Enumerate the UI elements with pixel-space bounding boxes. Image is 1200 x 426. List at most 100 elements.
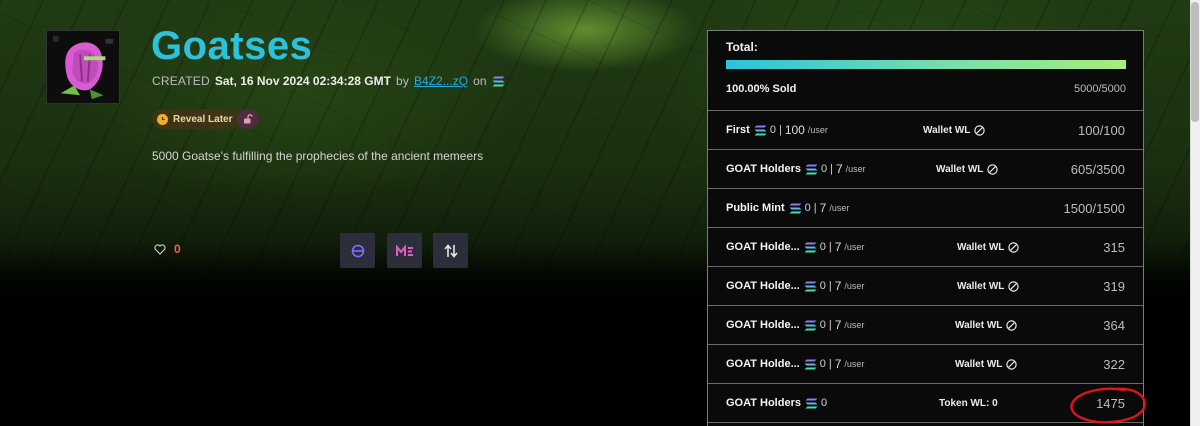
phase-name: Public Mint [726, 202, 785, 214]
phase-row[interactable]: GOAT Holders 0 Token WL: 0 1475 [708, 384, 1143, 423]
scrollbar-thumb[interactable] [1191, 2, 1199, 122]
phase-price: 0 | 7/user [804, 279, 864, 293]
phase-whitelist: Token WL: 0 [939, 398, 998, 409]
phase-per-user: /user [829, 203, 850, 213]
phase-name: GOAT Holde... [726, 241, 800, 253]
phase-price: 0 | 7/user [804, 240, 865, 254]
phase-name: GOAT Holders [726, 163, 801, 175]
phase-whitelist-label: Wallet WL [923, 124, 971, 136]
phase-mint-count: 315 [1103, 239, 1125, 255]
phase-whitelist: Wallet WL [955, 358, 1018, 370]
phase-price: 0 | 7/user [804, 357, 865, 371]
mint-progress-bar [726, 60, 1126, 69]
phase-whitelist-label: Wallet WL [955, 319, 1003, 331]
phase-row[interactable]: Public Mint 0 | 7/user 1500/1500 [708, 189, 1143, 228]
phase-limit: 7 [834, 240, 842, 254]
phase-limit: 7 [819, 201, 827, 215]
phase-row[interactable]: GOAT Holde... 0 | 7/user Wallet WL 322 [708, 345, 1143, 384]
phase-whitelist-label: Wallet WL [955, 358, 1003, 370]
solana-icon [492, 76, 505, 86]
tensor-icon [443, 243, 458, 258]
tensor-link[interactable] [433, 233, 468, 268]
phase-row[interactable]: First 0 | 100/user Wallet WL 100/100 [708, 111, 1143, 150]
sold-count: 5000/5000 [1074, 83, 1126, 95]
collection-title: Goatses [151, 24, 313, 68]
phase-per-user: /user [845, 164, 866, 174]
magiceden-swap-link[interactable] [340, 233, 375, 268]
creator-link[interactable]: B4Z2...zQ [414, 74, 468, 88]
phase-name: GOAT Holde... [726, 319, 800, 331]
phase-separator: | [830, 163, 833, 175]
magiceden-icon [395, 244, 413, 256]
phase-price-value: 0 [819, 319, 826, 331]
solana-icon [805, 398, 818, 408]
like-count: 0 [174, 242, 181, 256]
phase-whitelist: Wallet WL [955, 319, 1018, 331]
phase-mint-count: 1500/1500 [1063, 200, 1125, 216]
phase-price: 0 | 7/user [789, 201, 850, 215]
phase-price-value: 0 [769, 124, 776, 136]
phase-row[interactable]: GOAT Holde... 0 | 7/user Wallet WL 315 [708, 228, 1143, 267]
reveal-later-badge: Reveal Later [152, 109, 241, 129]
ban-icon [1008, 241, 1020, 253]
phase-separator: | [778, 124, 782, 136]
phase-price: 0 | 100/user [754, 123, 828, 137]
phase-separator: | [828, 241, 832, 253]
ban-icon [1006, 358, 1018, 370]
phase-per-user: /user [807, 125, 828, 135]
phase-per-user: /user [844, 320, 865, 330]
collection-avatar [46, 30, 120, 104]
ban-icon [1006, 319, 1018, 331]
phase-separator: | [813, 202, 817, 214]
phase-separator: | [828, 319, 832, 331]
phase-limit: 7 [834, 279, 842, 293]
phase-price-value: 0 [819, 280, 826, 292]
phase-whitelist-label: Wallet WL [936, 163, 984, 175]
phase-name: First [726, 124, 750, 136]
phase-whitelist-label: Token WL: 0 [939, 397, 998, 409]
phase-separator: | [828, 358, 832, 370]
phase-name: GOAT Holde... [726, 280, 800, 292]
heart-icon [154, 243, 166, 255]
phase-per-user: /user [844, 359, 865, 369]
phase-row[interactable]: GOAT Holders 0 | 7/user Wallet WL 605/3500 [708, 150, 1143, 189]
solana-icon [754, 125, 767, 135]
magiceden-swap-icon [351, 244, 364, 257]
phase-price-value: 0 [819, 241, 826, 253]
phase-whitelist-label: Wallet WL [957, 280, 1005, 292]
phase-price-value: 0 [804, 202, 811, 214]
phase-price: 0 | 7/user [805, 162, 866, 176]
solana-icon [804, 281, 817, 291]
phase-whitelist: Wallet WL [957, 280, 1020, 292]
page-scrollbar[interactable] [1190, 0, 1200, 426]
phase-price-value: 0 [820, 163, 828, 175]
phase-limit: 7 [834, 318, 842, 332]
solana-icon [805, 164, 818, 174]
total-section: Total: 100.00% Sold 5000/5000 [708, 31, 1143, 111]
phase-whitelist: Wallet WL [957, 241, 1020, 253]
phase-separator: | [828, 280, 832, 292]
mint-progress-fill [726, 60, 1126, 69]
sold-percent: 100.00% Sold [726, 83, 797, 95]
created-date: Sat, 16 Nov 2024 02:34:28 GMT [214, 74, 391, 88]
solana-icon [804, 320, 817, 330]
phase-whitelist: Wallet WL [936, 163, 999, 175]
phase-limit: 7 [835, 162, 843, 176]
phase-per-user: /user [844, 242, 865, 252]
collection-meta: CREATED Sat, 16 Nov 2024 02:34:28 GMT by… [152, 74, 505, 88]
total-label: Total: [726, 40, 758, 54]
phase-name: GOAT Holde... [726, 358, 800, 370]
by-label: by [395, 74, 410, 88]
solana-icon [804, 359, 817, 369]
collection-description: 5000 Goatse's fulfilling the prophecies … [152, 149, 484, 163]
like-button[interactable]: 0 [154, 242, 181, 256]
phase-row[interactable]: GOAT Holde... 0 | 7/user Wallet WL 364 [708, 306, 1143, 345]
phase-mint-count: 100/100 [1078, 122, 1125, 138]
on-label: on [473, 74, 487, 88]
phase-row[interactable]: GOAT Holde... 0 | 7/user Wallet WL 319 [708, 267, 1143, 306]
magiceden-link[interactable] [387, 233, 422, 268]
reveal-later-label: Reveal Later [173, 113, 233, 125]
mint-panel: Total: 100.00% Sold 5000/5000 First 0 | 100… [707, 30, 1144, 426]
phase-price-value: 0 [819, 358, 826, 370]
phase-name: GOAT Holders [726, 397, 801, 409]
